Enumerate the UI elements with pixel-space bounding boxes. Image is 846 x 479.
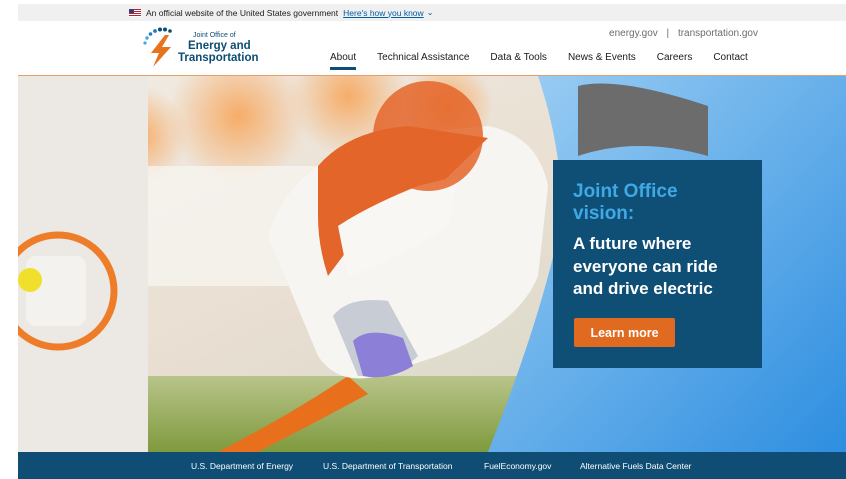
vision-body: A future where everyone can ride and dri… [573, 233, 742, 299]
nav-item-technical-assistance[interactable]: Technical Assistance [377, 52, 469, 63]
energy-gov-link[interactable]: energy.gov [609, 28, 658, 39]
utility-separator: | [666, 28, 670, 39]
footer-link-fueleconomy[interactable]: FuelEconomy.gov [484, 461, 551, 471]
vision-card: Joint Office vision: A future where ever… [553, 160, 762, 368]
nav-item-careers[interactable]: Careers [657, 52, 693, 63]
footer-link-transportation[interactable]: U.S. Department of Transportation [323, 461, 452, 471]
logo-line-1: Joint Office of [193, 32, 236, 39]
gov-banner-text: An official website of the United States… [146, 7, 339, 18]
heres-how-you-know-link[interactable]: Here's how you know [343, 8, 424, 18]
utility-links: energy.gov | transportation.gov [609, 28, 758, 39]
gov-banner: An official website of the United States… [18, 4, 846, 21]
nav-item-news-events[interactable]: News & Events [568, 52, 636, 63]
lightning-bolt-icon [151, 35, 171, 67]
footer-link-afdc[interactable]: Alternative Fuels Data Center [580, 461, 692, 471]
nav-item-contact[interactable]: Contact [713, 52, 747, 63]
nav-item-data-tools[interactable]: Data & Tools [490, 52, 547, 63]
logo-line-3: Transportation [178, 51, 259, 64]
vision-heading: Joint Office vision: [573, 181, 742, 225]
logo-line-2: Energy and [188, 40, 251, 52]
footer-links-bar: U.S. Department of Energy U.S. Departmen… [18, 452, 846, 479]
site-header: Joint Office of Energy and Transportatio… [18, 21, 846, 76]
chevron-down-icon[interactable]: ⌄ [427, 8, 434, 17]
vision-body-line-1: A future where [573, 234, 692, 254]
vision-heading-line-1: Joint Office [573, 181, 678, 202]
vision-body-line-3: and drive electric [573, 278, 713, 298]
nav-item-about[interactable]: About [330, 52, 357, 70]
footer-link-energy[interactable]: U.S. Department of Energy [191, 461, 293, 471]
learn-more-button[interactable]: Learn more [574, 318, 675, 347]
transportation-gov-link[interactable]: transportation.gov [678, 28, 758, 39]
logo-text[interactable]: Joint Office of Energy and Transportatio… [178, 32, 259, 64]
main-nav: About Technical Assistance Data & Tools … [330, 52, 769, 70]
vision-heading-line-2: vision: [573, 203, 635, 225]
us-flag-icon [129, 8, 141, 17]
vision-body-line-2: everyone can ride [573, 256, 718, 276]
